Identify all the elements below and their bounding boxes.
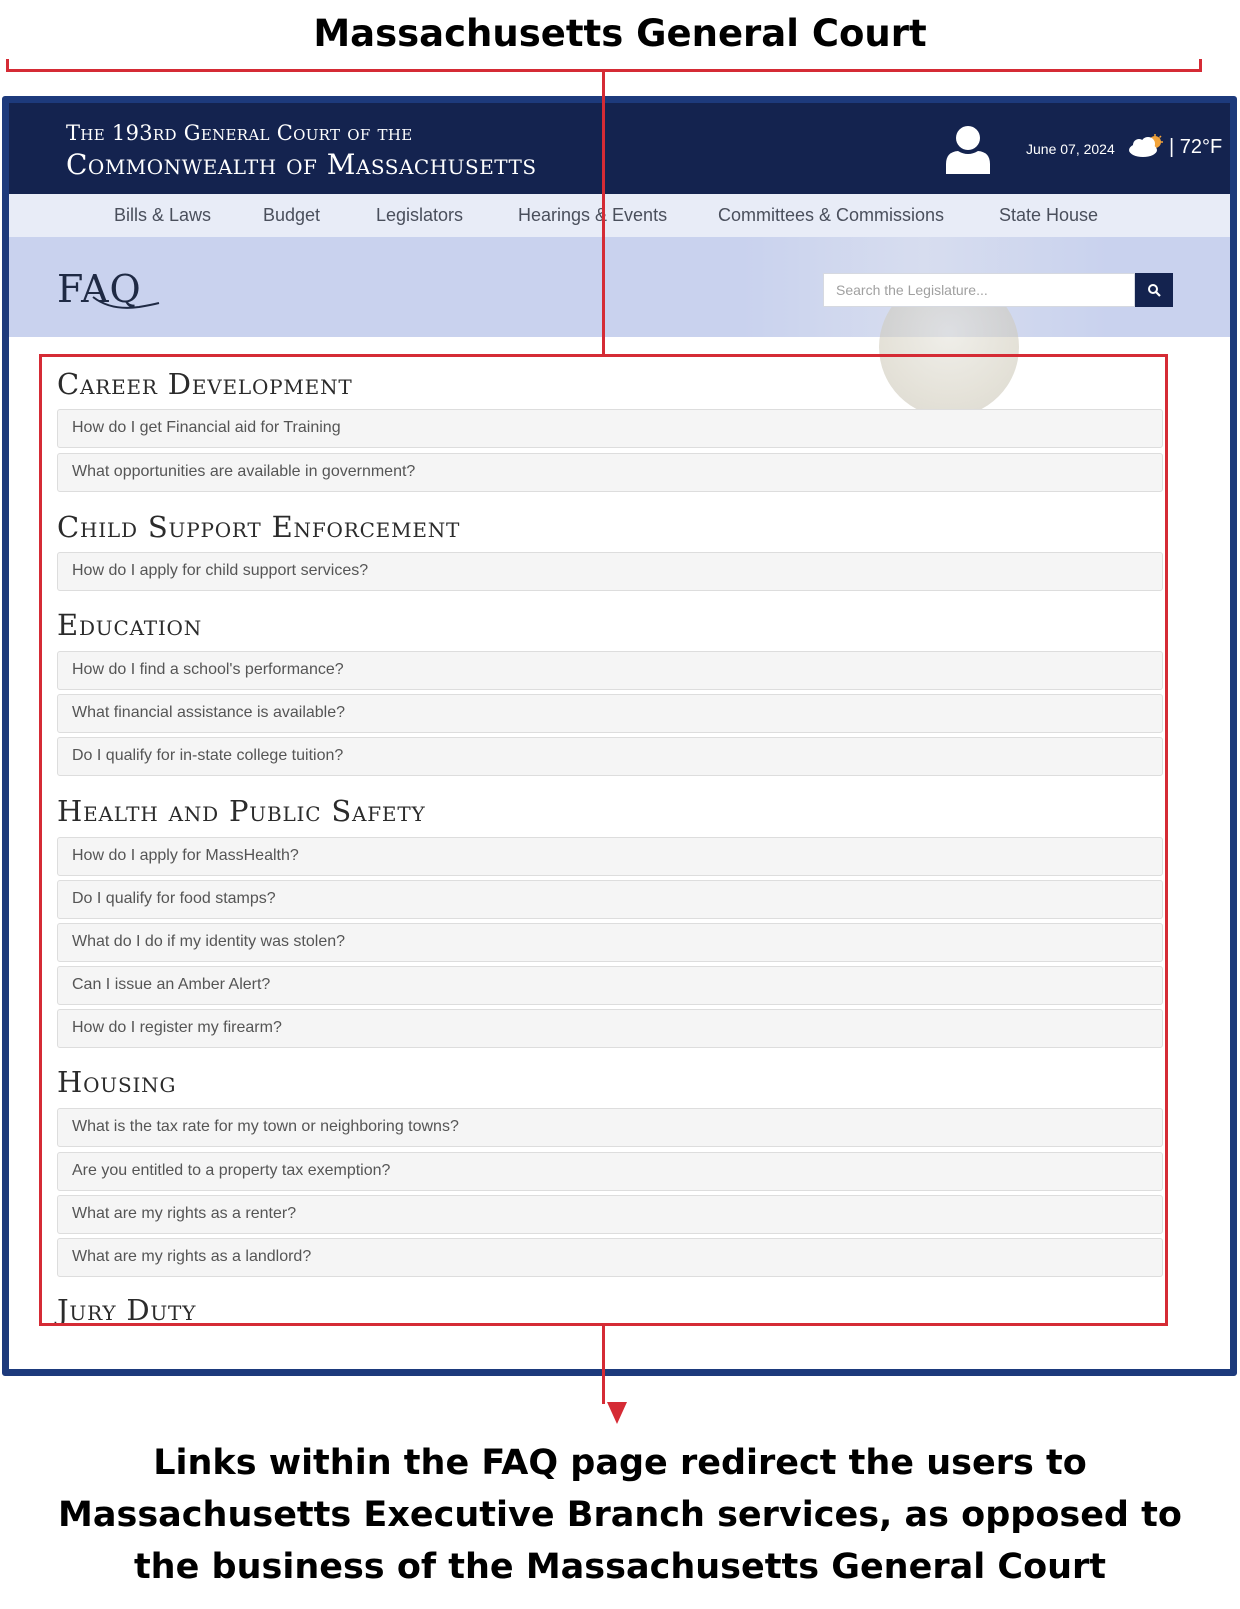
- site-title-line1[interactable]: The 193rd General Court of the: [66, 121, 413, 145]
- site-title-line2[interactable]: Commonwealth of Massachusetts: [66, 148, 537, 181]
- page-hero-banner: FAQ: [9, 237, 1230, 417]
- title-flourish-decoration: [92, 296, 160, 309]
- arrow-down-icon: [607, 1402, 627, 1424]
- search-icon: [1148, 284, 1161, 297]
- faq-highlight-box: [39, 354, 1168, 1326]
- bracket-right-tick: [1199, 59, 1202, 72]
- connector-line-bottom: [602, 1326, 605, 1404]
- current-date: June 07, 2024: [1026, 141, 1115, 157]
- site-header: The 193rd General Court of the Commonwea…: [9, 103, 1230, 194]
- nav-item-legislators[interactable]: Legislators: [376, 205, 463, 226]
- nav-item-committees-commissions[interactable]: Committees & Commissions: [718, 205, 944, 226]
- main-navigation: Bills & Laws Budget Legislators Hearings…: [9, 194, 1230, 237]
- search-input[interactable]: [823, 273, 1135, 307]
- nav-item-bills-laws[interactable]: Bills & Laws: [114, 205, 211, 226]
- nav-item-hearings-events[interactable]: Hearings & Events: [518, 205, 667, 226]
- bracket-left-tick: [6, 59, 9, 72]
- nav-item-state-house[interactable]: State House: [999, 205, 1098, 226]
- connector-line-top: [602, 72, 605, 355]
- temperature-readout: | 72°F: [1169, 136, 1223, 158]
- search-button[interactable]: [1135, 273, 1173, 307]
- bottom-annotation-caption: Links within the FAQ page redirect the u…: [58, 1443, 1182, 1587]
- nav-item-budget[interactable]: Budget: [263, 205, 320, 226]
- user-icon[interactable]: [946, 124, 990, 174]
- top-annotation-caption: Massachusetts General Court: [313, 12, 927, 55]
- partly-cloudy-icon: [1129, 134, 1163, 157]
